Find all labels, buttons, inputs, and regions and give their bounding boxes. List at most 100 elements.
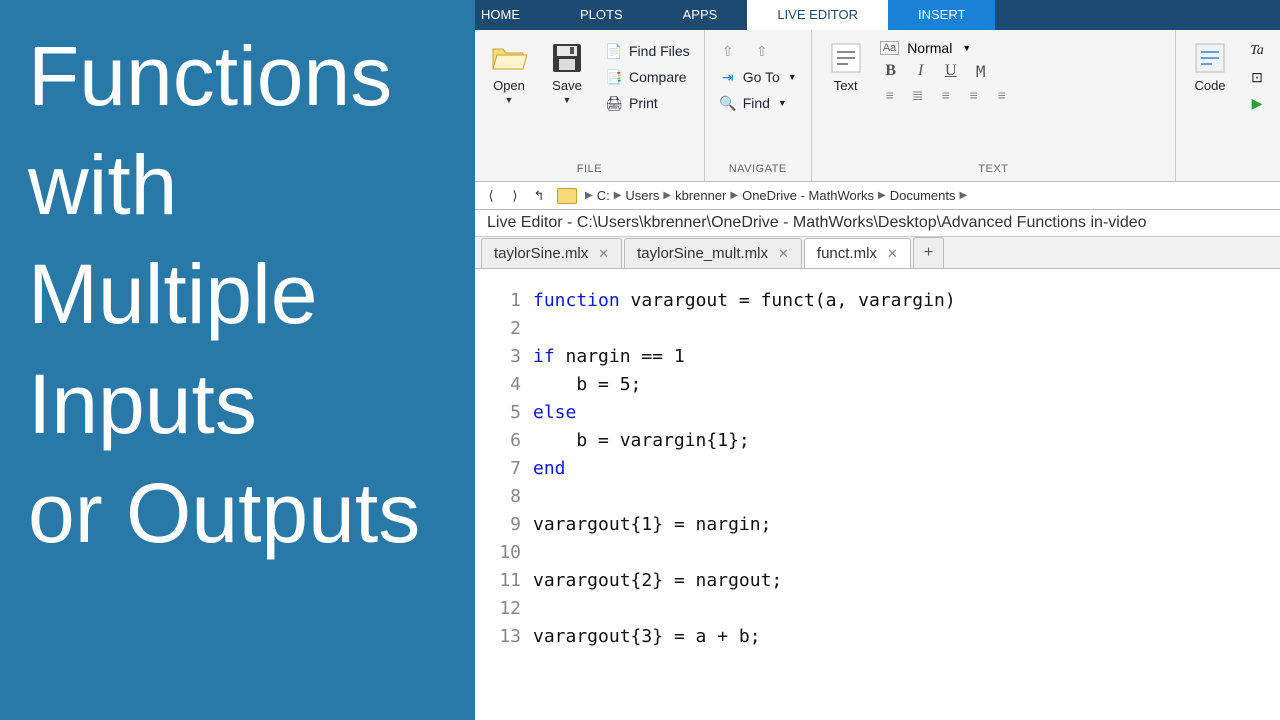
arrow-up-back-icon: ⇧ — [719, 42, 737, 60]
dropdown-caret-icon: ▼ — [788, 72, 797, 82]
text-icon — [828, 40, 864, 76]
print-button[interactable]: 🖨 Print — [601, 92, 694, 114]
run-section-button[interactable]: ▶ — [1244, 92, 1270, 114]
line-number: 12 — [475, 595, 521, 623]
folder-icon — [557, 188, 577, 204]
line-number: 6 — [475, 427, 521, 455]
align-center-icon[interactable]: ≡ — [964, 86, 984, 104]
code-line[interactable]: b = varargin{1}; — [533, 427, 1280, 455]
code-line[interactable]: end — [533, 455, 1280, 483]
nav-back-forward[interactable]: ⇧ ⇧ — [715, 40, 801, 62]
goto-icon: ⇥ — [719, 68, 737, 86]
dropdown-caret-icon: ▼ — [962, 43, 971, 53]
code-line[interactable] — [533, 483, 1280, 511]
code-area[interactable]: function varargout = funct(a, varargin) … — [533, 287, 1280, 720]
close-icon[interactable]: ✕ — [598, 246, 609, 262]
breadcrumb-sep-icon: ▶ — [614, 190, 622, 201]
mono-button[interactable]: M — [970, 60, 992, 82]
tab-apps[interactable]: APPS — [653, 0, 748, 30]
text-button[interactable]: Text — [822, 36, 870, 97]
line-number: 9 — [475, 511, 521, 539]
numbering-icon[interactable]: ≣ — [908, 86, 928, 104]
refactor-button[interactable]: Ta — [1244, 40, 1270, 62]
breadcrumb-part[interactable]: Users — [625, 188, 659, 203]
find-button[interactable]: 🔍 Find ▼ — [715, 92, 801, 114]
underline-button[interactable]: U — [940, 60, 962, 82]
refactor-icon: Ta — [1248, 42, 1266, 60]
code-line[interactable]: varargout{1} = nargin; — [533, 511, 1280, 539]
toolstrip-tabs: HOME PLOTS APPS LIVE EDITOR INSERT — [475, 0, 1280, 30]
breadcrumb-sep-icon: ▶ — [663, 190, 671, 201]
breadcrumb-drive[interactable]: C: — [597, 188, 610, 203]
tab-plots[interactable]: PLOTS — [550, 0, 653, 30]
style-picker[interactable]: Aa Normal ▼ — [880, 40, 1012, 56]
code-editor[interactable]: 12345678910111213 function varargout = f… — [475, 269, 1280, 720]
compare-button[interactable]: 📑 Compare — [601, 66, 694, 88]
back-icon[interactable]: ⟨ — [481, 186, 501, 206]
code-line[interactable]: varargout{2} = nargout; — [533, 567, 1280, 595]
ribbon-group-navigate: ⇧ ⇧ ⇥ Go To ▼ 🔍 Find ▼ NAVIGATE — [705, 30, 812, 181]
line-number: 5 — [475, 399, 521, 427]
code-line[interactable] — [533, 315, 1280, 343]
ribbon-group-text: Text Aa Normal ▼ B I U M ≡ — [812, 30, 1176, 181]
parent-icon[interactable]: ↰ — [529, 186, 549, 206]
doc-tab-funct[interactable]: funct.mlx ✕ — [804, 238, 911, 268]
breadcrumb-part[interactable]: Documents — [890, 188, 956, 203]
compare-icon: 📑 — [605, 68, 623, 86]
dropdown-caret-icon: ▼ — [505, 95, 514, 105]
up-icon[interactable]: ⟩ — [505, 186, 525, 206]
code-line[interactable]: b = 5; — [533, 371, 1280, 399]
line-number: 7 — [475, 455, 521, 483]
code-line[interactable]: if nargin == 1 — [533, 343, 1280, 371]
align-left-icon[interactable]: ≡ — [936, 86, 956, 104]
app-window: HOME PLOTS APPS LIVE EDITOR INSERT Open … — [475, 0, 1280, 720]
code-button[interactable]: Code — [1186, 36, 1234, 97]
italic-button[interactable]: I — [910, 60, 932, 82]
ribbon-group-label: TEXT — [822, 161, 1165, 179]
line-number: 1 — [475, 287, 521, 315]
save-button[interactable]: Save ▼ — [543, 36, 591, 109]
code-line[interactable]: function varargout = funct(a, varargin) — [533, 287, 1280, 315]
breadcrumb-sep-icon: ▶ — [960, 190, 968, 201]
tab-home[interactable]: HOME — [475, 0, 550, 30]
breadcrumb-part[interactable]: kbrenner — [675, 188, 726, 203]
breadcrumb-part[interactable]: OneDrive - MathWorks — [742, 188, 874, 203]
find-files-button[interactable]: 📄 Find Files — [601, 40, 694, 62]
line-gutter: 12345678910111213 — [475, 287, 533, 720]
print-icon: 🖨 — [605, 94, 623, 112]
open-label: Open — [493, 78, 525, 93]
open-button[interactable]: Open ▼ — [485, 36, 533, 109]
find-icon: 🔍 — [719, 94, 737, 112]
style-aa-icon: Aa — [880, 41, 899, 55]
bullets-icon[interactable]: ≡ — [880, 86, 900, 104]
align-right-icon[interactable]: ≡ — [992, 86, 1012, 104]
dropdown-caret-icon: ▼ — [778, 98, 787, 108]
section-break-button[interactable]: ⊡ — [1244, 66, 1270, 88]
current-folder-toolbar: ⟨ ⟩ ↰ ▶ C: ▶ Users ▶ kbrenner ▶ OneDrive… — [475, 182, 1280, 210]
line-number: 3 — [475, 343, 521, 371]
code-icon — [1192, 40, 1228, 76]
ribbon-group-label — [1186, 161, 1270, 179]
doc-tab-taylorsine-mult[interactable]: taylorSine_mult.mlx ✕ — [624, 238, 802, 268]
run-icon: ▶ — [1248, 94, 1266, 112]
code-line[interactable] — [533, 595, 1280, 623]
arrow-up-forward-icon: ⇧ — [753, 42, 771, 60]
title-line: Multiple — [28, 240, 447, 349]
close-icon[interactable]: ✕ — [778, 246, 789, 262]
section-icon: ⊡ — [1248, 68, 1266, 86]
code-line[interactable]: varargout{3} = a + b; — [533, 623, 1280, 651]
new-tab-button[interactable]: + — [913, 237, 944, 268]
text-btn-label: Text — [834, 78, 858, 93]
title-line: with — [28, 131, 447, 240]
ribbon-group-file: Open ▼ Save ▼ 📄 Find Files 📑 Compare — [475, 30, 705, 181]
code-line[interactable] — [533, 539, 1280, 567]
close-icon[interactable]: ✕ — [887, 246, 898, 262]
tab-live-editor[interactable]: LIVE EDITOR — [747, 0, 888, 30]
ribbon-group-code: Code Ta ⊡ ▶ — [1176, 30, 1280, 181]
bold-button[interactable]: B — [880, 60, 902, 82]
doc-tab-taylorsine[interactable]: taylorSine.mlx ✕ — [481, 238, 622, 268]
title-line: Functions — [28, 22, 447, 131]
tab-insert[interactable]: INSERT — [888, 0, 995, 30]
code-line[interactable]: else — [533, 399, 1280, 427]
goto-button[interactable]: ⇥ Go To ▼ — [715, 66, 801, 88]
